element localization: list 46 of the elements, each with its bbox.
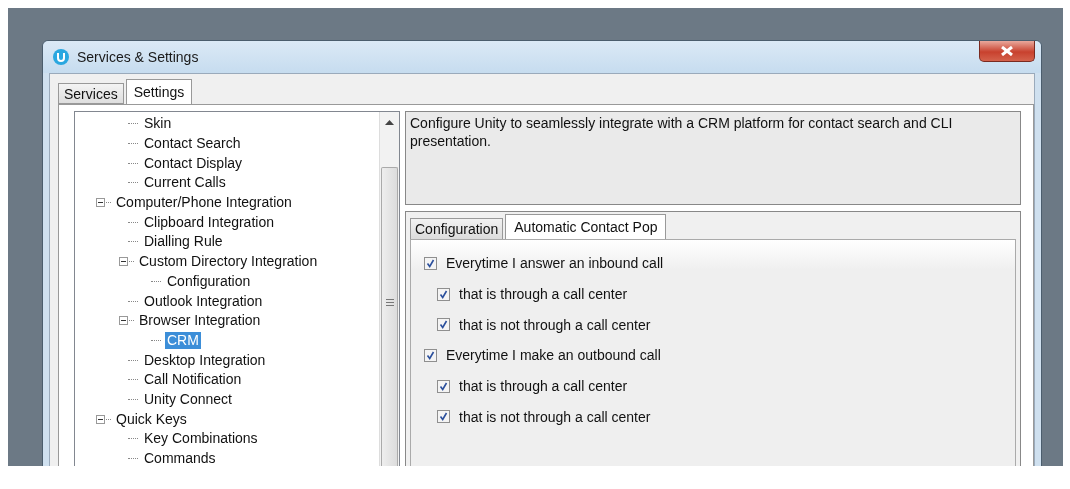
tree-item[interactable]: Configuration bbox=[165, 272, 253, 290]
tree-item[interactable]: Quick Keys bbox=[114, 410, 189, 428]
tab[interactable]: Automatic Contact Pop bbox=[505, 214, 667, 239]
checkbox[interactable] bbox=[437, 379, 450, 393]
window-title: Services & Settings bbox=[77, 49, 199, 65]
tab[interactable]: Settings bbox=[125, 79, 193, 104]
tree-item[interactable]: Commands bbox=[142, 450, 218, 466]
tree-item[interactable]: Computer/Phone Integration bbox=[114, 194, 294, 212]
checkbox[interactable] bbox=[437, 410, 450, 424]
close-icon bbox=[1000, 46, 1014, 56]
scrollbar[interactable] bbox=[379, 112, 399, 466]
collapse-icon[interactable] bbox=[119, 316, 128, 326]
collapse-icon[interactable] bbox=[119, 257, 128, 267]
checkbox[interactable] bbox=[424, 348, 437, 362]
tree-item[interactable]: Desktop Integration bbox=[142, 351, 268, 369]
app-icon bbox=[53, 49, 69, 65]
checkbox-label: Everytime I answer an inbound call bbox=[446, 255, 664, 272]
checkbox-label: that is through a call center bbox=[459, 378, 628, 395]
close-button[interactable] bbox=[979, 41, 1035, 62]
checkbox-label: that is not through a call center bbox=[459, 408, 651, 425]
scroll-thumb[interactable] bbox=[381, 167, 398, 466]
tree-item[interactable]: Clipboard Integration bbox=[142, 213, 276, 231]
tab[interactable]: Services bbox=[58, 83, 124, 104]
tree-item[interactable]: Browser Integration bbox=[137, 312, 263, 330]
tree-item[interactable]: Dialling Rule bbox=[142, 233, 225, 251]
description-text: Configure Unity to seamlessly integrate with a CRM platform for contact search and CLI presentation. bbox=[405, 111, 1021, 205]
tree-item[interactable]: Contact Search bbox=[142, 135, 243, 153]
checkbox[interactable] bbox=[424, 256, 437, 270]
checkbox-label: that is not through a call center bbox=[459, 316, 651, 333]
tab[interactable]: Configuration bbox=[410, 218, 504, 239]
checkbox-label: that is through a call center bbox=[459, 286, 628, 303]
tree-item[interactable]: Custom Directory Integration bbox=[137, 253, 320, 271]
tree-item[interactable]: Call Notification bbox=[142, 371, 244, 389]
tree-item[interactable]: Key Combinations bbox=[142, 430, 260, 448]
tree-item[interactable]: Unity Connect bbox=[142, 390, 234, 408]
checkbox-label: Everytime I make an outbound call bbox=[446, 347, 661, 364]
checkbox[interactable] bbox=[437, 318, 450, 332]
tree-item[interactable]: Contact Display bbox=[142, 154, 245, 172]
tree-item[interactable]: Outlook Integration bbox=[142, 292, 265, 310]
collapse-icon[interactable] bbox=[96, 198, 105, 208]
collapse-icon[interactable] bbox=[96, 414, 105, 424]
scroll-up-icon[interactable] bbox=[385, 120, 394, 125]
grip-icon bbox=[385, 299, 394, 306]
checkbox[interactable] bbox=[437, 287, 450, 301]
tree-item[interactable]: Skin bbox=[142, 115, 174, 133]
tree-item[interactable]: Current Calls bbox=[142, 174, 228, 192]
